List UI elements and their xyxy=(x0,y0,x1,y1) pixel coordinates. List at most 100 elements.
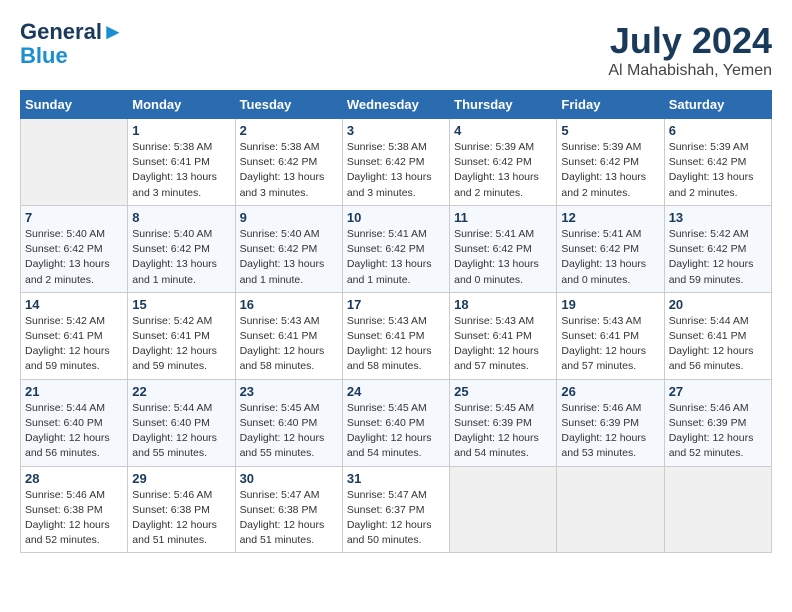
day-number: 30 xyxy=(240,471,338,486)
day-info: Sunrise: 5:46 AM Sunset: 6:39 PM Dayligh… xyxy=(669,401,767,462)
day-info: Sunrise: 5:43 AM Sunset: 6:41 PM Dayligh… xyxy=(240,314,338,375)
logo: General►Blue xyxy=(20,20,124,68)
day-info: Sunrise: 5:44 AM Sunset: 6:40 PM Dayligh… xyxy=(25,401,123,462)
day-number: 10 xyxy=(347,210,445,225)
calendar-day-cell: 31 Sunrise: 5:47 AM Sunset: 6:37 PM Dayli… xyxy=(342,466,449,553)
weekday-header-monday: Monday xyxy=(128,91,235,119)
day-number: 7 xyxy=(25,210,123,225)
calendar-day-cell: 4 Sunrise: 5:39 AM Sunset: 6:42 PM Daylig… xyxy=(450,119,557,206)
day-number: 29 xyxy=(132,471,230,486)
calendar-day-cell: 20Sunrise: 5:44 AM Sunset: 6:41 PM Dayli… xyxy=(664,292,771,379)
day-info: Sunrise: 5:39 AM Sunset: 6:42 PM Dayligh… xyxy=(669,140,767,201)
calendar-week-row: 28 Sunrise: 5:46 AM Sunset: 6:38 PM Dayli… xyxy=(21,466,772,553)
day-info: Sunrise: 5:42 AM Sunset: 6:41 PM Dayligh… xyxy=(132,314,230,375)
day-number: 16 xyxy=(240,297,338,312)
calendar-day-cell: 15 Sunrise: 5:42 AM Sunset: 6:41 PM Dayli… xyxy=(128,292,235,379)
calendar-week-row: 14Sunrise: 5:42 AM Sunset: 6:41 PM Dayli… xyxy=(21,292,772,379)
calendar-day-cell: 26 Sunrise: 5:46 AM Sunset: 6:39 PM Dayli… xyxy=(557,379,664,466)
day-info: Sunrise: 5:38 AM Sunset: 6:42 PM Dayligh… xyxy=(347,140,445,201)
calendar-day-cell: 23 Sunrise: 5:45 AM Sunset: 6:40 PM Dayli… xyxy=(235,379,342,466)
calendar-day-cell xyxy=(664,466,771,553)
weekday-header-sunday: Sunday xyxy=(21,91,128,119)
logo-text: General►Blue xyxy=(20,20,124,68)
day-number: 11 xyxy=(454,210,552,225)
day-info: Sunrise: 5:40 AM Sunset: 6:42 PM Dayligh… xyxy=(240,227,338,288)
day-info: Sunrise: 5:40 AM Sunset: 6:42 PM Dayligh… xyxy=(25,227,123,288)
day-info: Sunrise: 5:38 AM Sunset: 6:42 PM Dayligh… xyxy=(240,140,338,201)
day-number: 28 xyxy=(25,471,123,486)
day-info: Sunrise: 5:46 AM Sunset: 6:38 PM Dayligh… xyxy=(132,488,230,549)
calendar-day-cell xyxy=(21,119,128,206)
day-number: 4 xyxy=(454,123,552,138)
calendar-table: SundayMondayTuesdayWednesdayThursdayFrid… xyxy=(20,90,772,553)
calendar-day-cell: 17 Sunrise: 5:43 AM Sunset: 6:41 PM Dayli… xyxy=(342,292,449,379)
day-number: 2 xyxy=(240,123,338,138)
weekday-header-tuesday: Tuesday xyxy=(235,91,342,119)
calendar-day-cell: 25 Sunrise: 5:45 AM Sunset: 6:39 PM Dayli… xyxy=(450,379,557,466)
calendar-day-cell: 18 Sunrise: 5:43 AM Sunset: 6:41 PM Dayli… xyxy=(450,292,557,379)
calendar-week-row: 7 Sunrise: 5:40 AM Sunset: 6:42 PM Daylig… xyxy=(21,205,772,292)
calendar-day-cell: 9Sunrise: 5:40 AM Sunset: 6:42 PM Daylig… xyxy=(235,205,342,292)
day-number: 3 xyxy=(347,123,445,138)
day-number: 13 xyxy=(669,210,767,225)
calendar-day-cell: 10 Sunrise: 5:41 AM Sunset: 6:42 PM Dayli… xyxy=(342,205,449,292)
day-number: 5 xyxy=(561,123,659,138)
day-info: Sunrise: 5:41 AM Sunset: 6:42 PM Dayligh… xyxy=(561,227,659,288)
calendar-day-cell: 8 Sunrise: 5:40 AM Sunset: 6:42 PM Daylig… xyxy=(128,205,235,292)
day-info: Sunrise: 5:44 AM Sunset: 6:40 PM Dayligh… xyxy=(132,401,230,462)
weekday-header-thursday: Thursday xyxy=(450,91,557,119)
day-number: 27 xyxy=(669,384,767,399)
day-info: Sunrise: 5:44 AM Sunset: 6:41 PM Dayligh… xyxy=(669,314,767,375)
calendar-day-cell: 11 Sunrise: 5:41 AM Sunset: 6:42 PM Dayli… xyxy=(450,205,557,292)
calendar-day-cell: 30Sunrise: 5:47 AM Sunset: 6:38 PM Dayli… xyxy=(235,466,342,553)
day-number: 21 xyxy=(25,384,123,399)
weekday-header-wednesday: Wednesday xyxy=(342,91,449,119)
day-info: Sunrise: 5:45 AM Sunset: 6:40 PM Dayligh… xyxy=(240,401,338,462)
calendar-day-cell: 1 Sunrise: 5:38 AM Sunset: 6:41 PM Daylig… xyxy=(128,119,235,206)
day-number: 19 xyxy=(561,297,659,312)
day-number: 8 xyxy=(132,210,230,225)
day-info: Sunrise: 5:39 AM Sunset: 6:42 PM Dayligh… xyxy=(454,140,552,201)
day-number: 26 xyxy=(561,384,659,399)
day-info: Sunrise: 5:40 AM Sunset: 6:42 PM Dayligh… xyxy=(132,227,230,288)
title-area: July 2024 Al Mahabishah, Yemen xyxy=(608,20,772,80)
calendar-day-cell: 22 Sunrise: 5:44 AM Sunset: 6:40 PM Dayli… xyxy=(128,379,235,466)
calendar-day-cell: 16 Sunrise: 5:43 AM Sunset: 6:41 PM Dayli… xyxy=(235,292,342,379)
day-number: 6 xyxy=(669,123,767,138)
weekday-header-saturday: Saturday xyxy=(664,91,771,119)
day-number: 15 xyxy=(132,297,230,312)
day-number: 18 xyxy=(454,297,552,312)
day-info: Sunrise: 5:39 AM Sunset: 6:42 PM Dayligh… xyxy=(561,140,659,201)
weekday-header-friday: Friday xyxy=(557,91,664,119)
day-info: Sunrise: 5:43 AM Sunset: 6:41 PM Dayligh… xyxy=(561,314,659,375)
day-info: Sunrise: 5:43 AM Sunset: 6:41 PM Dayligh… xyxy=(454,314,552,375)
day-number: 12 xyxy=(561,210,659,225)
day-info: Sunrise: 5:45 AM Sunset: 6:39 PM Dayligh… xyxy=(454,401,552,462)
day-number: 22 xyxy=(132,384,230,399)
calendar-day-cell: 27 Sunrise: 5:46 AM Sunset: 6:39 PM Dayli… xyxy=(664,379,771,466)
day-info: Sunrise: 5:41 AM Sunset: 6:42 PM Dayligh… xyxy=(347,227,445,288)
day-number: 31 xyxy=(347,471,445,486)
day-info: Sunrise: 5:46 AM Sunset: 6:39 PM Dayligh… xyxy=(561,401,659,462)
day-number: 23 xyxy=(240,384,338,399)
day-number: 25 xyxy=(454,384,552,399)
day-info: Sunrise: 5:41 AM Sunset: 6:42 PM Dayligh… xyxy=(454,227,552,288)
day-info: Sunrise: 5:42 AM Sunset: 6:41 PM Dayligh… xyxy=(25,314,123,375)
calendar-day-cell: 7 Sunrise: 5:40 AM Sunset: 6:42 PM Daylig… xyxy=(21,205,128,292)
calendar-day-cell: 19 Sunrise: 5:43 AM Sunset: 6:41 PM Dayli… xyxy=(557,292,664,379)
calendar-day-cell: 14Sunrise: 5:42 AM Sunset: 6:41 PM Dayli… xyxy=(21,292,128,379)
main-title: July 2024 xyxy=(608,20,772,62)
day-info: Sunrise: 5:45 AM Sunset: 6:40 PM Dayligh… xyxy=(347,401,445,462)
day-number: 17 xyxy=(347,297,445,312)
calendar-day-cell: 12 Sunrise: 5:41 AM Sunset: 6:42 PM Dayli… xyxy=(557,205,664,292)
calendar-day-cell: 13 Sunrise: 5:42 AM Sunset: 6:42 PM Dayli… xyxy=(664,205,771,292)
calendar-day-cell: 21 Sunrise: 5:44 AM Sunset: 6:40 PM Dayli… xyxy=(21,379,128,466)
calendar-day-cell xyxy=(557,466,664,553)
day-info: Sunrise: 5:42 AM Sunset: 6:42 PM Dayligh… xyxy=(669,227,767,288)
day-info: Sunrise: 5:38 AM Sunset: 6:41 PM Dayligh… xyxy=(132,140,230,201)
day-info: Sunrise: 5:43 AM Sunset: 6:41 PM Dayligh… xyxy=(347,314,445,375)
day-number: 1 xyxy=(132,123,230,138)
day-info: Sunrise: 5:47 AM Sunset: 6:37 PM Dayligh… xyxy=(347,488,445,549)
day-number: 24 xyxy=(347,384,445,399)
calendar-day-cell: 2 Sunrise: 5:38 AM Sunset: 6:42 PM Daylig… xyxy=(235,119,342,206)
